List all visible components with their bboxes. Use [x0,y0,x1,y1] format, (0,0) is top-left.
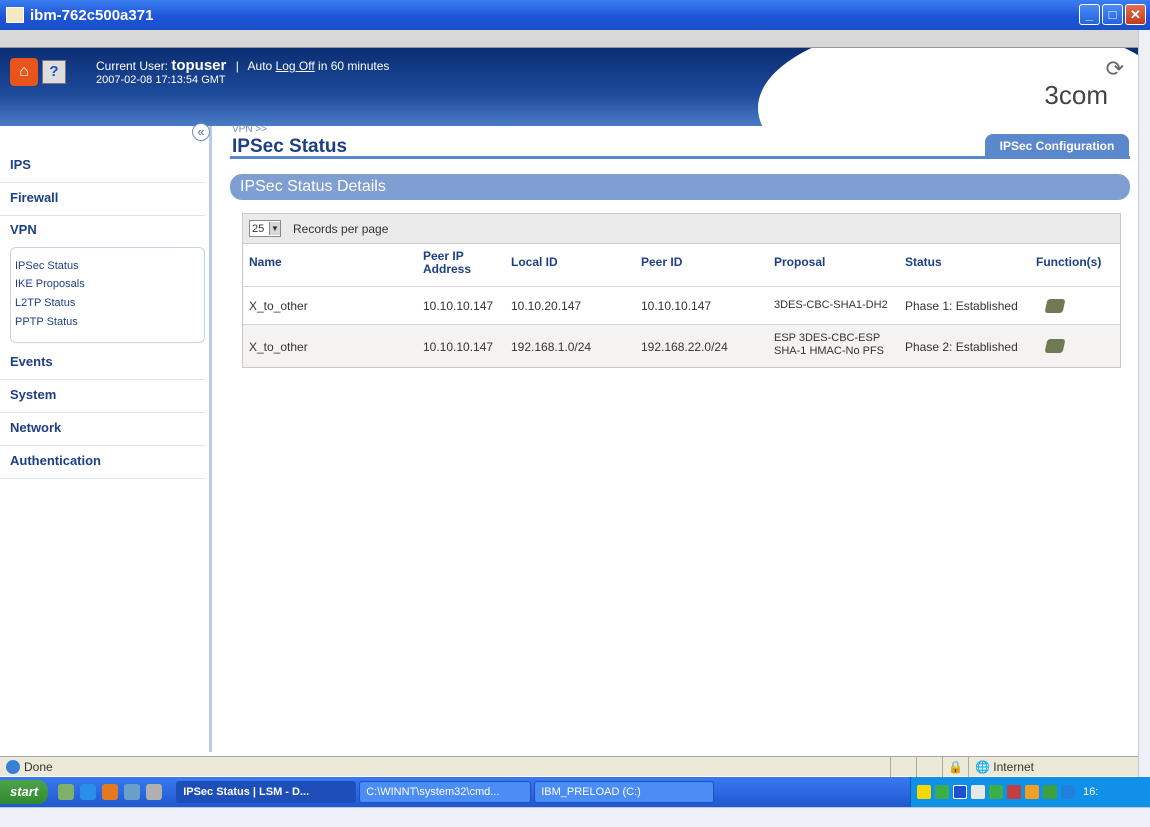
collapse-sidebar-button[interactable]: « [192,123,210,141]
chevron-down-icon[interactable]: ▼ [269,222,280,235]
logo-mark-icon: ⟳ [1105,56,1124,81]
help-icon[interactable]: ? [42,60,66,84]
clock: 16: [1083,786,1099,798]
ie-page-icon [6,759,20,774]
logoff-link[interactable]: Log Off [276,59,315,73]
cell-peer-id: 10.10.10.147 [641,299,712,313]
current-user: topuser [171,57,227,74]
ipsec-status-table: 25 ▼ Records per page Name Peer IP Addre… [242,213,1121,368]
maximize-button[interactable]: □ [1102,4,1123,25]
cell-name: X_to_other [249,299,308,313]
hand-tool-icon[interactable] [1044,339,1066,353]
app-quick-icon[interactable] [124,784,141,800]
column-header-functions: Function(s) [1036,255,1102,269]
tray-app-icon[interactable] [953,785,967,799]
sidebar-item-authentication[interactable]: Authentication [0,452,205,479]
table-row[interactable]: X_to_other 10.10.10.147 10.10.20.147 10.… [243,286,1120,324]
tray-app-icon[interactable] [1025,785,1039,799]
browser-status-bar: Done 🔒 🌐 Internet [0,756,1138,777]
sidebar-item-network[interactable]: Network [0,419,205,446]
tray-app-icon[interactable] [1043,785,1057,799]
cell-peer-ip: 10.10.10.147 [423,299,494,313]
ie-icon[interactable] [80,784,97,800]
app-icon [6,7,24,23]
cell-peer-ip: 10.10.10.147 [423,340,494,354]
lock-icon: 🔒 [942,757,968,777]
title-divider [230,156,1130,159]
cell-local-id: 10.10.20.147 [511,299,582,313]
session-timestamp: 2007-02-08 17:13:54 GMT [96,74,226,86]
column-header-status: Status [905,255,942,269]
column-header-peer-ip: Peer IP Address [423,249,472,276]
start-button[interactable]: start [0,780,49,804]
tray-app-icon[interactable] [935,785,949,799]
cell-local-id: 192.168.1.0/24 [511,340,592,354]
sidebar-subitem-pptp-status[interactable]: PPTP Status [15,316,78,328]
sidebar-item-firewall[interactable]: Firewall [0,189,205,216]
sidebar-subitem-l2tp-status[interactable]: L2TP Status [15,297,75,309]
cell-status: Phase 2: Established [905,340,1018,354]
cell-peer-id: 192.168.22.0/24 [641,340,728,354]
system-tray: 16: [910,777,1150,807]
cell-proposal: ESP 3DES-CBC-ESP SHA-1 HMAC-No PFS [774,332,885,357]
sidebar-subitem-ipsec-status[interactable]: IPSec Status [15,260,79,272]
column-header-proposal: Proposal [774,255,826,269]
column-header-name: Name [249,255,282,269]
sidebar-item-ips[interactable]: IPS [0,156,205,183]
sidebar-item-events[interactable]: Events [0,353,205,380]
sidebar-subitem-ike-proposals[interactable]: IKE Proposals [15,278,85,290]
page-title: IPSec Status [232,136,348,157]
column-header-local-id: Local ID [511,255,558,269]
sidebar-item-vpn[interactable]: VPN [0,222,205,244]
records-per-page-label: Records per page [293,221,389,236]
close-button[interactable]: ✕ [1125,4,1146,25]
table-row[interactable]: X_to_other 10.10.10.147 192.168.1.0/24 1… [243,324,1120,367]
tray-app-icon[interactable] [971,785,985,799]
status-text: Done [24,759,53,774]
section-header: IPSec Status Details [230,174,1130,200]
tray-app-icon[interactable] [1061,785,1075,799]
network-quick-icon[interactable] [146,784,163,800]
taskbar-item-ibm-preload[interactable]: IBM_PRELOAD (C:) [534,781,715,803]
firefox-icon[interactable] [102,784,119,800]
hand-tool-icon[interactable] [1044,299,1066,313]
window-title-bar[interactable]: ibm-762c500a371 _ □ ✕ [0,0,1150,30]
records-per-page-select[interactable]: 25 ▼ [249,220,281,237]
user-info: Current User: topuser | Auto Log Off in … [96,57,390,74]
show-desktop-icon[interactable] [58,784,75,800]
home-icon[interactable]: ⌂ [10,58,38,86]
taskbar-item-cmd[interactable]: C:\WINNT\system32\cmd... [359,781,532,803]
globe-icon: 🌐 [975,760,990,774]
sidebar-item-system[interactable]: System [0,386,205,413]
vertical-scrollbar[interactable] [1138,30,1150,810]
window-title: ibm-762c500a371 [30,6,154,24]
cell-proposal: 3DES-CBC-SHA1-DH2 [774,299,888,311]
cell-status: Phase 1: Established [905,299,1018,313]
security-zone: 🌐 Internet [968,757,1138,777]
breadcrumb[interactable]: VPN >> [232,124,267,135]
cell-name: X_to_other [249,340,308,354]
tray-arrow-icon[interactable] [917,785,931,799]
address-bar-strip [0,30,1150,48]
horizontal-scrollbar[interactable] [0,807,1150,827]
tray-app-icon[interactable] [989,785,1003,799]
taskbar: start IPSec Status | LSM - D... C:\WINNT… [0,777,1150,807]
tab-ipsec-configuration[interactable]: IPSec Configuration [985,134,1129,158]
column-header-peer-id: Peer ID [641,255,683,269]
quick-launch [58,784,163,800]
tray-app-icon[interactable] [1007,785,1021,799]
minimize-button[interactable]: _ [1079,4,1100,25]
brand-logo: 3com [1044,80,1108,110]
taskbar-item-ipsec-status[interactable]: IPSec Status | LSM - D... [176,781,357,803]
table-toolbar: 25 ▼ Records per page [243,214,1120,244]
